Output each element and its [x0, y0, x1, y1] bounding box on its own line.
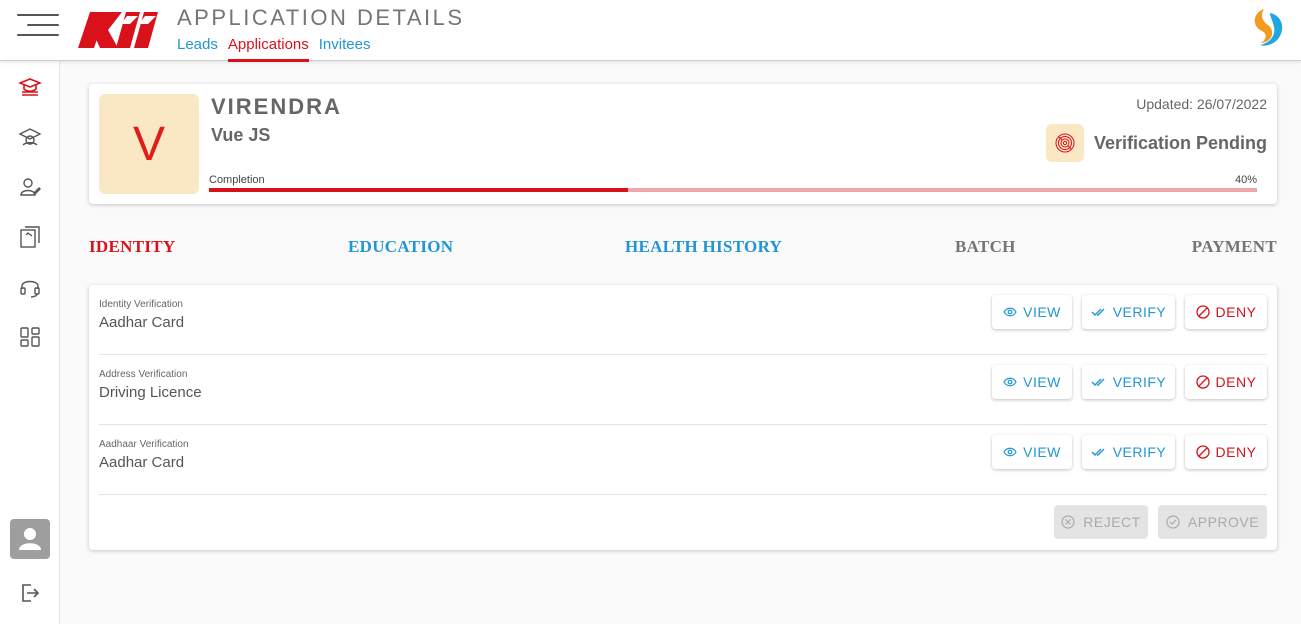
check-circle-icon — [1166, 515, 1180, 529]
user-avatar[interactable] — [10, 519, 50, 559]
verify-button-label: VERIFY — [1112, 304, 1167, 320]
view-button-label: VIEW — [1023, 374, 1061, 390]
verification-card: Identity Verification Aadhar Card VIEW V… — [89, 285, 1277, 550]
header-tabs: Leads Applications Invitees — [177, 36, 370, 62]
verification-row: Identity Verification Aadhar Card VIEW V… — [99, 285, 1267, 355]
verification-label: Aadhaar Verification — [99, 439, 189, 450]
avatar-icon — [19, 528, 41, 550]
double-check-icon — [1091, 378, 1105, 386]
completion-progress-fill — [209, 188, 629, 192]
completion-label: Completion — [209, 174, 265, 186]
applicant-initial: V — [99, 94, 199, 194]
verify-button[interactable]: VERIFY — [1082, 295, 1175, 329]
eye-icon — [1003, 307, 1017, 317]
books-icon[interactable] — [18, 225, 42, 249]
profile-card: V VIRENDRA Vue JS Updated: 26/07/2022 Ve… — [89, 84, 1277, 204]
user-edit-icon[interactable] — [18, 175, 42, 199]
block-icon — [1195, 375, 1210, 389]
verification-document: Driving Licence — [99, 384, 202, 401]
view-button[interactable]: VIEW — [992, 365, 1072, 399]
verify-button[interactable]: VERIFY — [1082, 435, 1175, 469]
tab-education[interactable]: EDUCATION — [348, 237, 453, 257]
block-icon — [1195, 445, 1210, 459]
verification-document: Aadhar Card — [99, 454, 185, 471]
eye-icon — [1003, 377, 1017, 387]
view-button-label: VIEW — [1023, 304, 1061, 320]
verify-button-label: VERIFY — [1112, 374, 1167, 390]
tab-leads[interactable]: Leads — [177, 36, 218, 62]
verification-row: Address Verification Driving Licence VIE… — [99, 355, 1267, 425]
applicant-name: VIRENDRA — [211, 94, 342, 119]
grid-icon[interactable] — [18, 325, 42, 349]
tab-health-history[interactable]: HEALTH HISTORY — [625, 237, 782, 257]
kii-logo — [78, 12, 158, 48]
double-check-icon — [1091, 308, 1105, 316]
graduation-cap-icon[interactable] — [18, 75, 42, 99]
updated-date: Updated: 26/07/2022 — [1136, 96, 1267, 112]
block-icon — [1195, 305, 1210, 319]
deny-button[interactable]: DENY — [1185, 435, 1267, 469]
view-button[interactable]: VIEW — [992, 295, 1072, 329]
tab-invitees[interactable]: Invitees — [319, 36, 371, 62]
view-button[interactable]: VIEW — [992, 435, 1072, 469]
fingerprint-icon — [1045, 124, 1084, 162]
sidebar — [0, 61, 60, 624]
verify-button-label: VERIFY — [1112, 444, 1167, 460]
verification-row: Aadhaar Verification Aadhar Card VIEW VE… — [99, 425, 1267, 495]
deny-button[interactable]: DENY — [1185, 295, 1267, 329]
verification-document: Aadhar Card — [99, 314, 185, 331]
approve-button[interactable]: APPROVE — [1158, 505, 1267, 539]
completion-percent: 40% — [1234, 174, 1257, 186]
deny-button[interactable]: DENY — [1185, 365, 1267, 399]
logout-icon[interactable] — [19, 582, 41, 604]
brand-swirl-icon — [1254, 9, 1283, 46]
verification-label: Identity Verification — [99, 299, 183, 310]
double-check-icon — [1091, 448, 1105, 456]
status-badge: Verification Pending — [1045, 124, 1267, 162]
deny-button-label: DENY — [1215, 374, 1257, 390]
status-text: Verification Pending — [1093, 132, 1267, 153]
deny-button-label: DENY — [1215, 304, 1257, 320]
approve-button-label: APPROVE — [1187, 514, 1260, 530]
reject-button[interactable]: REJECT — [1054, 505, 1148, 539]
applicant-course: Vue JS — [211, 125, 271, 145]
view-button-label: VIEW — [1023, 444, 1061, 460]
section-tabs: IDENTITY EDUCATION HEALTH HISTORY BATCH … — [89, 237, 1277, 261]
cancel-circle-icon — [1061, 515, 1075, 529]
eye-icon — [1003, 447, 1017, 457]
headset-icon[interactable] — [18, 275, 42, 299]
tab-applications[interactable]: Applications — [227, 36, 309, 62]
deny-button-label: DENY — [1215, 444, 1257, 460]
page-title: APPLICATION DETAILS — [177, 5, 465, 30]
menu-icon[interactable] — [17, 14, 59, 38]
tab-identity[interactable]: IDENTITY — [89, 237, 175, 257]
tab-payment[interactable]: PAYMENT — [1192, 237, 1277, 257]
school-icon[interactable] — [18, 125, 42, 149]
reject-button-label: REJECT — [1083, 514, 1141, 530]
completion-progress-bar — [209, 188, 1257, 192]
tab-batch[interactable]: BATCH — [955, 237, 1016, 257]
verification-label: Address Verification — [99, 369, 188, 380]
verify-button[interactable]: VERIFY — [1082, 365, 1175, 399]
app-header: APPLICATION DETAILS Leads Applications I… — [0, 0, 1301, 62]
